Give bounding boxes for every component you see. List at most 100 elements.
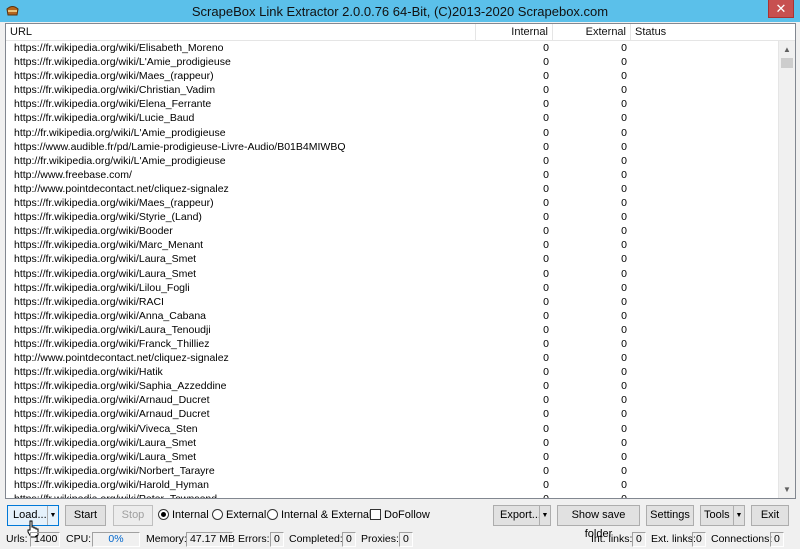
memory-value: 47.17 MB bbox=[186, 532, 235, 547]
table-row[interactable]: https://fr.wikipedia.org/wiki/Elena_Ferr… bbox=[6, 97, 779, 111]
row-internal-count: 0 bbox=[543, 253, 549, 266]
table-row[interactable]: https://fr.wikipedia.org/wiki/Laura_Smet… bbox=[6, 267, 779, 281]
table-row[interactable]: https://fr.wikipedia.org/wiki/L'Amie_pro… bbox=[6, 55, 779, 69]
row-internal-count: 0 bbox=[543, 239, 549, 252]
dofollow-checkbox[interactable] bbox=[370, 509, 381, 520]
table-row[interactable]: https://fr.wikipedia.org/wiki/Booder 0 0 bbox=[6, 224, 779, 238]
row-url: https://fr.wikipedia.org/wiki/Booder bbox=[14, 225, 173, 238]
exit-button[interactable]: Exit bbox=[751, 505, 789, 526]
row-external-count: 0 bbox=[621, 450, 627, 463]
table-row[interactable]: https://fr.wikipedia.org/wiki/Anna_Caban… bbox=[6, 309, 779, 323]
table-row[interactable]: http://www.freebase.com/0 0 bbox=[6, 168, 779, 182]
radio-internal-external-label[interactable]: Internal & External bbox=[281, 509, 372, 521]
table-row[interactable]: https://fr.wikipedia.org/wiki/Marc_Menan… bbox=[6, 238, 779, 252]
row-url: https://fr.wikipedia.org/wiki/Arnaud_Duc… bbox=[14, 408, 210, 421]
row-internal-count: 0 bbox=[543, 98, 549, 111]
row-internal-count: 0 bbox=[543, 394, 549, 407]
row-internal-count: 0 bbox=[543, 211, 549, 224]
table-row[interactable]: https://fr.wikipedia.org/wiki/Laura_Smet… bbox=[6, 252, 779, 266]
toolbar: Load... ▼ Start Stop Internal External I… bbox=[0, 503, 800, 540]
table-row[interactable]: https://fr.wikipedia.org/wiki/Lucie_Baud… bbox=[6, 111, 779, 125]
row-url: https://fr.wikipedia.org/wiki/Laura_Smet bbox=[14, 436, 197, 449]
row-external-count: 0 bbox=[621, 168, 627, 181]
table-row[interactable]: https://fr.wikipedia.org/wiki/Christian_… bbox=[6, 83, 779, 97]
dofollow-label[interactable]: DoFollow bbox=[384, 509, 430, 521]
row-internal-count: 0 bbox=[543, 366, 549, 379]
row-url: http://www.pointdecontact.net/cliquez-si… bbox=[14, 182, 229, 195]
table-row[interactable]: https://fr.wikipedia.org/wiki/RACI 0 0 bbox=[6, 295, 779, 309]
row-url: https://fr.wikipedia.org/wiki/Laura_Smet bbox=[14, 267, 197, 280]
table-row[interactable]: https://fr.wikipedia.org/wiki/Laura_Smet… bbox=[6, 436, 779, 450]
table-row[interactable]: http://www.pointdecontact.net/cliquez-si… bbox=[6, 182, 779, 196]
column-header-internal[interactable]: Internal bbox=[476, 24, 553, 41]
table-row[interactable]: https://fr.wikipedia.org/wiki/Arnaud_Duc… bbox=[6, 407, 779, 421]
row-internal-count: 0 bbox=[543, 56, 549, 69]
table-row[interactable]: https://fr.wikipedia.org/wiki/Viveca_Ste… bbox=[6, 422, 779, 436]
row-internal-count: 0 bbox=[543, 182, 549, 195]
table-row[interactable]: https://fr.wikipedia.org/wiki/Laura_Teno… bbox=[6, 323, 779, 337]
row-url: https://fr.wikipedia.org/wiki/Laura_Smet bbox=[14, 253, 197, 266]
table-row[interactable]: http://fr.wikipedia.org/wiki/L'Amie_prod… bbox=[6, 154, 779, 168]
table-row[interactable]: http://www.pointdecontact.net/cliquez-si… bbox=[6, 351, 779, 365]
scroll-thumb[interactable] bbox=[781, 58, 793, 68]
row-internal-count: 0 bbox=[543, 422, 549, 435]
table-row[interactable]: https://fr.wikipedia.org/wiki/Norbert_Ta… bbox=[6, 464, 779, 478]
radio-internal-label[interactable]: Internal bbox=[172, 509, 209, 521]
table-row[interactable]: https://fr.wikipedia.org/wiki/Arnaud_Duc… bbox=[6, 393, 779, 407]
table-row[interactable]: https://fr.wikipedia.org/wiki/Hatik 0 0 bbox=[6, 365, 779, 379]
table-row[interactable]: https://fr.wikipedia.org/wiki/Franck_Thi… bbox=[6, 337, 779, 351]
table-row[interactable]: https://fr.wikipedia.org/wiki/Styrie_(La… bbox=[6, 210, 779, 224]
table-row[interactable]: https://fr.wikipedia.org/wiki/Peter_Town… bbox=[6, 492, 779, 499]
radio-internal[interactable] bbox=[158, 509, 169, 520]
radio-external[interactable] bbox=[212, 509, 223, 520]
row-internal-count: 0 bbox=[543, 295, 549, 308]
stop-button[interactable]: Stop bbox=[113, 505, 153, 526]
row-url: https://fr.wikipedia.org/wiki/Saphia_Azz… bbox=[14, 380, 227, 393]
show-save-folder-button[interactable]: Show save folder bbox=[557, 505, 640, 540]
row-url: https://fr.wikipedia.org/wiki/L'Amie_pro… bbox=[14, 56, 231, 69]
table-row[interactable]: https://fr.wikipedia.org/wiki/Maes_(rapp… bbox=[6, 196, 779, 210]
column-header-url[interactable]: URL bbox=[6, 24, 476, 41]
table-row[interactable]: https://www.audible.fr/pd/Lamie-prodigie… bbox=[6, 140, 779, 154]
row-internal-count: 0 bbox=[543, 478, 549, 491]
radio-internal-external[interactable] bbox=[267, 509, 278, 520]
row-url: https://fr.wikipedia.org/wiki/Laura_Smet bbox=[14, 450, 197, 463]
row-internal-count: 0 bbox=[543, 493, 549, 499]
table-row[interactable]: https://fr.wikipedia.org/wiki/Harold_Hym… bbox=[6, 478, 779, 492]
row-internal-count: 0 bbox=[543, 42, 549, 54]
export-button[interactable]: Export... ▼ bbox=[493, 505, 551, 526]
vertical-scrollbar[interactable]: ▲ ▼ bbox=[778, 41, 795, 498]
int-links-label: Int. links: bbox=[591, 533, 633, 545]
tools-button[interactable]: Tools ▼ bbox=[700, 505, 745, 526]
scroll-down-arrow-icon[interactable]: ▼ bbox=[779, 481, 795, 498]
close-button[interactable]: ✕ bbox=[768, 0, 794, 18]
column-header-external[interactable]: External bbox=[553, 24, 631, 41]
load-dropdown-arrow-icon[interactable]: ▼ bbox=[47, 506, 58, 525]
start-button[interactable]: Start bbox=[65, 505, 106, 526]
table-row[interactable]: https://fr.wikipedia.org/wiki/Maes_(rapp… bbox=[6, 69, 779, 83]
scroll-up-arrow-icon[interactable]: ▲ bbox=[779, 41, 795, 58]
row-url: https://fr.wikipedia.org/wiki/Peter_Town… bbox=[14, 493, 218, 499]
export-dropdown-arrow-icon[interactable]: ▼ bbox=[539, 506, 550, 525]
tools-dropdown-arrow-icon[interactable]: ▼ bbox=[733, 506, 744, 525]
table-row[interactable]: https://fr.wikipedia.org/wiki/Saphia_Azz… bbox=[6, 379, 779, 393]
row-external-count: 0 bbox=[621, 42, 627, 54]
settings-button[interactable]: Settings bbox=[646, 505, 694, 526]
table-row[interactable]: https://fr.wikipedia.org/wiki/Elisabeth_… bbox=[6, 41, 779, 55]
tools-button-label: Tools bbox=[704, 509, 730, 521]
row-url: https://fr.wikipedia.org/wiki/Marc_Menan… bbox=[14, 239, 204, 252]
row-url: https://fr.wikipedia.org/wiki/Lucie_Baud bbox=[14, 112, 195, 125]
url-list[interactable]: URL Internal External Status https://fr.… bbox=[5, 23, 796, 499]
table-row[interactable]: https://fr.wikipedia.org/wiki/Lilou_Fogl… bbox=[6, 281, 779, 295]
row-internal-count: 0 bbox=[543, 84, 549, 97]
column-header-status[interactable]: Status bbox=[631, 24, 795, 41]
row-internal-count: 0 bbox=[543, 140, 549, 153]
cpu-label: CPU: bbox=[66, 533, 92, 545]
row-internal-count: 0 bbox=[543, 112, 549, 125]
row-internal-count: 0 bbox=[543, 323, 549, 336]
connections-count: 0 bbox=[770, 532, 784, 547]
radio-external-label[interactable]: External bbox=[226, 509, 266, 521]
table-row[interactable]: https://fr.wikipedia.org/wiki/Laura_Smet… bbox=[6, 450, 779, 464]
row-url: https://fr.wikipedia.org/wiki/Norbert_Ta… bbox=[14, 464, 215, 477]
table-row[interactable]: http://fr.wikipedia.org/wiki/L'Amie_prod… bbox=[6, 126, 779, 140]
